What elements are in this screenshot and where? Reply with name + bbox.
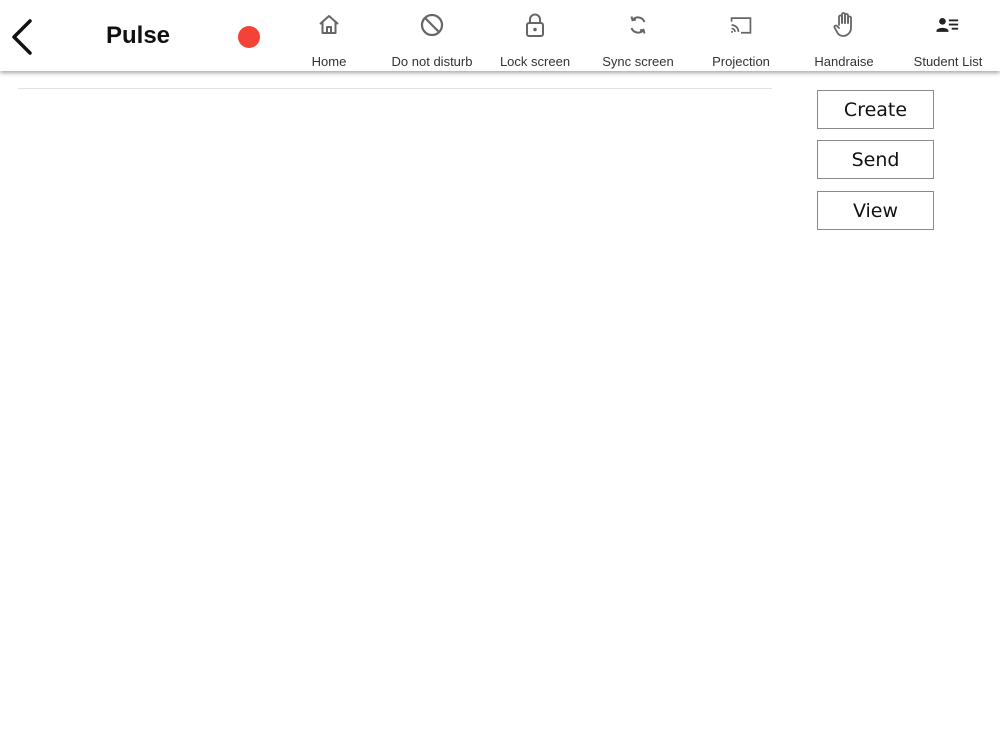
nav-item-home[interactable]: Home bbox=[279, 0, 379, 71]
nav-item-sync-screen[interactable]: Sync screen bbox=[588, 0, 688, 71]
app-title: Pulse bbox=[106, 22, 171, 49]
cast-icon bbox=[729, 12, 753, 38]
nav-label-student-list: Student List bbox=[913, 54, 983, 69]
top-toolbar: Pulse Home Do not disturb Lock screen Sy… bbox=[0, 0, 1000, 71]
nav-item-do-not-disturb[interactable]: Do not disturb bbox=[382, 0, 482, 71]
nav-item-handraise[interactable]: Handraise bbox=[794, 0, 894, 71]
content-divider bbox=[18, 88, 772, 89]
do-not-disturb-icon bbox=[420, 12, 444, 38]
nav-label-home: Home bbox=[311, 54, 347, 69]
send-button[interactable]: Send bbox=[817, 140, 934, 179]
sync-icon bbox=[626, 12, 650, 38]
home-icon bbox=[317, 12, 341, 38]
view-button[interactable]: View bbox=[817, 191, 934, 230]
student-list-icon bbox=[936, 12, 960, 38]
nav-item-student-list[interactable]: Student List bbox=[898, 0, 998, 71]
hand-icon bbox=[832, 12, 856, 38]
recording-indicator bbox=[238, 26, 260, 48]
create-button[interactable]: Create bbox=[817, 90, 934, 129]
nav-label-projection: Projection bbox=[712, 54, 770, 69]
nav-label-lock-screen: Lock screen bbox=[499, 54, 571, 69]
lock-icon bbox=[523, 12, 547, 38]
nav-item-lock-screen[interactable]: Lock screen bbox=[485, 0, 585, 71]
nav-item-projection[interactable]: Projection bbox=[691, 0, 791, 71]
back-button[interactable] bbox=[8, 17, 38, 57]
nav-label-do-not-disturb: Do not disturb bbox=[391, 54, 473, 69]
nav-label-handraise: Handraise bbox=[814, 54, 874, 69]
nav-label-sync-screen: Sync screen bbox=[602, 54, 674, 69]
back-arrow-icon bbox=[12, 19, 32, 55]
